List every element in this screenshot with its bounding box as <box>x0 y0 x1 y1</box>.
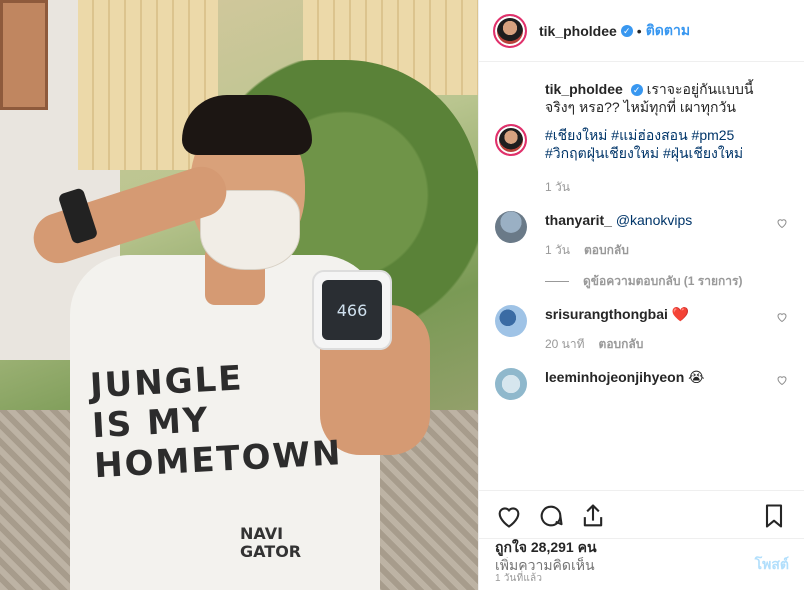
separator-dot: • <box>636 22 642 39</box>
follow-button[interactable]: ติดตาม <box>646 20 690 42</box>
post-header: tik_pholdee ✓ • ติดตาม <box>479 0 804 62</box>
comment-text: ❤️ <box>671 306 690 322</box>
comment-meta: 20 นาที ตอบกลับ <box>545 335 774 354</box>
caption-meta: 1 วัน <box>545 178 774 197</box>
add-comment-bar: โพสต์ <box>479 538 804 590</box>
share-icon[interactable] <box>579 502 607 530</box>
saluting-arm <box>27 160 233 270</box>
view-replies-button[interactable]: ดูข้อความตอบกลับ (1 รายการ) <box>545 272 788 291</box>
comment-username[interactable]: thanyarit_ <box>545 212 612 228</box>
avatar[interactable] <box>495 211 527 243</box>
avatar[interactable] <box>493 13 527 48</box>
view-replies-label: ดูข้อความตอบกลับ (1 รายการ) <box>583 274 743 288</box>
comment-input[interactable] <box>495 556 755 573</box>
air-quality-monitor: 466 <box>312 270 392 350</box>
reply-button[interactable]: ตอบกลับ <box>584 241 629 260</box>
shirt-text: JUNGLE IS MY HOMETOWN <box>89 354 343 486</box>
action-icons <box>495 501 788 531</box>
comment-text[interactable]: @kanokvips <box>616 212 692 228</box>
caption-username[interactable]: tik_pholdee <box>545 81 623 97</box>
verified-icon: ✓ <box>630 84 643 97</box>
comment-text: 😭 <box>688 369 705 385</box>
replies-line <box>545 281 569 282</box>
caption: tik_pholdee ✓ เราจะอยู่กันแบบนี้จริงๆ หร… <box>495 80 788 116</box>
comment-item: thanyarit_ @kanokvips 1 วัน ตอบกลับ <box>495 211 788 260</box>
caption-time[interactable]: 1 วัน <box>545 178 570 197</box>
comment-text-block: leeminhojeonjihyeon 😭 <box>545 368 774 386</box>
heart-icon[interactable] <box>776 311 788 323</box>
comment-text-block: thanyarit_ @kanokvips <box>545 211 774 229</box>
device-reading: 466 <box>322 280 382 340</box>
comment-item: srisurangthongbai ❤️ 20 นาที ตอบกลับ <box>495 305 788 354</box>
post-button[interactable]: โพสต์ <box>755 554 789 576</box>
header-username[interactable]: tik_pholdee <box>539 23 617 39</box>
avatar[interactable] <box>495 368 527 400</box>
comment-item: leeminhojeonjihyeon 😭 <box>495 368 788 400</box>
avatar[interactable] <box>495 305 527 337</box>
avatar[interactable] <box>495 124 527 156</box>
reply-button[interactable]: ตอบกลับ <box>599 335 644 354</box>
comment-icon[interactable] <box>537 502 565 530</box>
instagram-post: 466 JUNGLE IS MY HOMETOWN NAVI GATOR tik… <box>0 0 804 590</box>
post-panel: tik_pholdee ✓ • ติดตาม tik_pholdee ✓ เรา… <box>478 0 804 590</box>
verified-icon: ✓ <box>620 24 633 37</box>
heart-icon[interactable] <box>495 502 523 530</box>
heart-icon[interactable] <box>776 374 788 386</box>
shirt-logo: NAVI GATOR <box>240 524 302 561</box>
comment-time[interactable]: 20 นาที <box>545 335 585 354</box>
comments-list[interactable]: tik_pholdee ✓ เราจะอยู่กันแบบนี้จริงๆ หร… <box>479 62 804 490</box>
photo-window <box>0 0 48 110</box>
hair <box>182 95 312 155</box>
bookmark-icon[interactable] <box>760 502 788 530</box>
comment-meta: 1 วัน ตอบกลับ <box>545 241 774 260</box>
comment-time[interactable]: 1 วัน <box>545 241 570 260</box>
caption-hashtags-row: #เชียงใหม่ #แม่ฮ่องสอน #pm25 #วิกฤตฝุ่นเ… <box>495 124 788 197</box>
comment-username[interactable]: leeminhojeonjihyeon <box>545 369 684 385</box>
comment-body: leeminhojeonjihyeon 😭 <box>545 368 788 400</box>
comment-text-block: srisurangthongbai ❤️ <box>545 305 774 323</box>
photo-person: 466 JUNGLE IS MY HOMETOWN NAVI GATOR <box>27 95 450 590</box>
hashtag-body: #เชียงใหม่ #แม่ฮ่องสอน #pm25 #วิกฤตฝุ่นเ… <box>545 126 788 197</box>
caption-text-block: tik_pholdee ✓ เราจะอยู่กันแบบนี้จริงๆ หร… <box>545 80 774 116</box>
caption-body: tik_pholdee ✓ เราจะอยู่กันแบบนี้จริงๆ หร… <box>545 80 788 116</box>
post-photo[interactable]: 466 JUNGLE IS MY HOMETOWN NAVI GATOR <box>0 0 478 590</box>
heart-icon[interactable] <box>776 217 788 229</box>
comment-body: thanyarit_ @kanokvips 1 วัน ตอบกลับ <box>545 211 788 260</box>
caption-avatar-space <box>495 80 527 116</box>
comment-body: srisurangthongbai ❤️ 20 นาที ตอบกลับ <box>545 305 788 354</box>
hashtags[interactable]: #เชียงใหม่ #แม่ฮ่องสอน #pm25 #วิกฤตฝุ่นเ… <box>545 126 774 162</box>
comment-username[interactable]: srisurangthongbai <box>545 306 668 322</box>
